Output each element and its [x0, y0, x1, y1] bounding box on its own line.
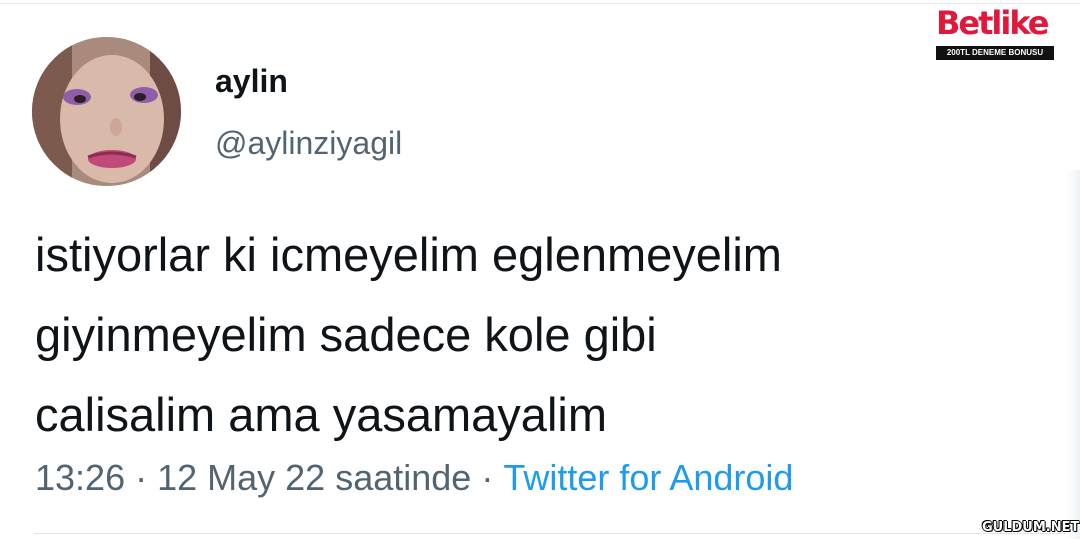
- author-username[interactable]: @aylinziyagil: [215, 123, 402, 163]
- brand-logo-text: Betlike: [936, 4, 1049, 42]
- top-divider: [0, 3, 1080, 4]
- watermark-text: GULDUM.NET: [982, 520, 1080, 535]
- brand-logo: Betlike 200TL DENEME BONUSU: [936, 4, 1054, 60]
- tweet-text-line: calisalim ama yasamayalim: [35, 388, 607, 441]
- right-edge-shadow: [1066, 170, 1080, 539]
- profile-photo-icon: [32, 37, 181, 186]
- tweet-meta: 13:26 · 12 May 22 saatinde · Twitter for And…: [35, 455, 793, 501]
- tweet-text-line: istiyorlar ki icmeyelim eglenmeyelim: [35, 228, 782, 281]
- author-display-name[interactable]: aylin: [215, 61, 288, 101]
- tweet-time[interactable]: 13:26: [35, 457, 125, 498]
- brand-tagline: 200TL DENEME BONUSU: [936, 46, 1054, 60]
- meta-separator: ·: [135, 457, 148, 498]
- bottom-divider: [34, 533, 1080, 534]
- avatar[interactable]: [32, 37, 181, 186]
- tweet-text-line: giyinmeyelim sadece kole gibi: [35, 308, 657, 361]
- tweet-date[interactable]: 12 May 22 saatinde: [157, 457, 471, 498]
- tweet-screenshot: Betlike 200TL DENEME BONUSU aylin @aylin…: [0, 0, 1080, 539]
- meta-separator: ·: [481, 457, 494, 498]
- tweet-source-link[interactable]: Twitter for Android: [503, 457, 793, 498]
- tweet-text: istiyorlar ki icmeyelim eglenmeyelim giy…: [35, 215, 1035, 455]
